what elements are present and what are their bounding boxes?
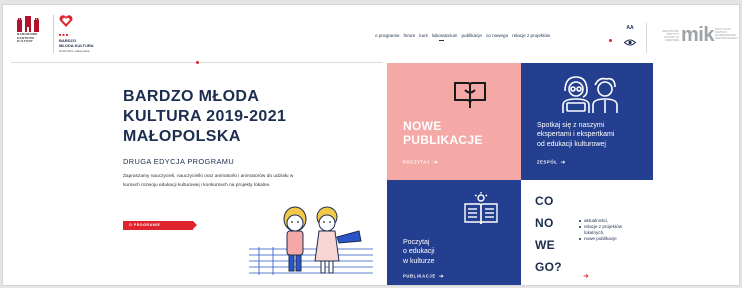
tile-edukacja[interactable]: Poczytaj o edukacji w kulturze PUBLIKACJ… bbox=[387, 180, 521, 285]
mik-logo-caption-right: INSTYTUCJA KULTURY WOJEWÓDZTWA MAŁOPOLSK… bbox=[715, 28, 738, 40]
nav-item-forum[interactable]: forum bbox=[404, 33, 416, 38]
co-nowego-list: aktualności, relacje z projektów lokalny… bbox=[579, 218, 639, 242]
list-item: nowe publikacje bbox=[579, 236, 639, 242]
tile-edukacja-text: Poczytaj o edukacji w kulturze bbox=[403, 239, 435, 265]
co-nowego-word-2: NO bbox=[535, 216, 554, 230]
hero-subtitle: DRUGA EDYCJA PROGRAMU bbox=[123, 157, 235, 166]
tile-co-nowego[interactable]: CO NO WE GO? aktualności, relacje z proj… bbox=[521, 180, 653, 285]
nav-item-laboratorium[interactable]: laboratorium bbox=[432, 33, 458, 38]
zespol-link[interactable]: ZESPÓŁ ➜ bbox=[537, 159, 566, 167]
nav-item-o-programie[interactable]: o programie bbox=[375, 33, 400, 38]
tile-nowe-publikacje[interactable]: NOWE PUBLIKACJE POCZYTAJ ➜ bbox=[387, 63, 521, 180]
nav-item-co-nowego[interactable]: co nowego bbox=[486, 33, 508, 38]
eye-icon bbox=[623, 39, 637, 46]
mik-logo-caption-left: MAŁOPOLSKI INSTYTUT KULTURY W KRAKOWIE bbox=[662, 30, 679, 42]
mck-logo-text: NARODOWE CENTRUM KULTURY bbox=[17, 32, 38, 44]
kids-illustration bbox=[249, 206, 373, 275]
o-programie-button[interactable]: O PROGRAMIE bbox=[123, 221, 197, 230]
hero-description: Zapraszamy nauczycieli, nauczycielki ora… bbox=[123, 174, 294, 188]
co-nowego-word-3: WE bbox=[535, 238, 555, 252]
bmk-logo[interactable]: ■■■ BARDZO MŁODA KULTURA 2019-2021 małop… bbox=[59, 14, 119, 53]
co-nowego-word-4: GO? bbox=[535, 260, 562, 274]
accent-dot bbox=[609, 39, 612, 42]
bmk-logo-text: BARDZO MŁODA KULTURA bbox=[59, 38, 94, 48]
mik-logo-wordmark: mik bbox=[681, 24, 714, 46]
mik-logo[interactable]: MAŁOPOLSKI INSTYTUT KULTURY W KRAKOWIE m… bbox=[655, 23, 737, 47]
tile-nowe-publikacje-title: NOWE PUBLIKACJE bbox=[403, 119, 483, 147]
button-pencil-tip bbox=[193, 221, 197, 229]
castle-logo-icon bbox=[17, 16, 39, 32]
bmk-logo-sub: 2019-2021 małopolska bbox=[59, 48, 90, 53]
people-icon bbox=[562, 76, 618, 113]
heart-logo-icon bbox=[59, 15, 73, 27]
header-divider bbox=[646, 23, 647, 53]
bmk-logo-dots: ■■■ bbox=[59, 32, 70, 37]
mck-logo[interactable]: NARODOWE CENTRUM KULTURY bbox=[17, 16, 47, 44]
nav-item-kurs[interactable]: kurs bbox=[419, 33, 428, 38]
publikacje-link[interactable]: PUBLIKACJE ➜ bbox=[403, 273, 445, 281]
font-size-toggle[interactable]: AA bbox=[619, 25, 641, 31]
site-header: NARODOWE CENTRUM KULTURY ■■■ BARDZO MŁOD… bbox=[3, 5, 739, 57]
nav-active-indicator bbox=[439, 40, 444, 41]
accessibility-controls: AA bbox=[619, 25, 641, 49]
main-nav: o programie forum kurs laboratorium publ… bbox=[375, 33, 550, 38]
nav-item-relacje[interactable]: relacje z projektów bbox=[512, 33, 550, 38]
arrow-right-icon: ➜ bbox=[432, 160, 439, 166]
arrow-right-icon: ➜ bbox=[438, 274, 445, 280]
poczytaj-link[interactable]: POCZYTAJ ➜ bbox=[403, 159, 439, 167]
logo-divider bbox=[53, 15, 54, 53]
open-book-icon bbox=[464, 192, 498, 225]
tile-eksperci[interactable]: Spotkaj się z naszymi ekspertami i ekspe… bbox=[521, 63, 653, 180]
contrast-toggle[interactable] bbox=[619, 33, 641, 51]
browser-page: NARODOWE CENTRUM KULTURY ■■■ BARDZO MŁOD… bbox=[2, 4, 740, 286]
o-programie-button-label: O PROGRAMIE bbox=[129, 223, 161, 227]
co-nowego-word-1: CO bbox=[535, 194, 554, 208]
list-item: relacje z projektów lokalnych, bbox=[579, 224, 639, 236]
nav-item-publikacje[interactable]: publikacje bbox=[462, 33, 482, 38]
hero-title: BARDZO MŁODA KULTURA 2019-2021 MAŁOPOLSK… bbox=[123, 88, 287, 145]
header-rule-dot bbox=[196, 61, 199, 64]
arrow-right-icon: ➜ bbox=[560, 160, 566, 166]
tile-eksperci-text: Spotkaj się z naszymi ekspertami i ekspe… bbox=[537, 122, 615, 148]
arrow-right-icon[interactable]: ➜ bbox=[583, 272, 589, 280]
book-icon bbox=[454, 82, 486, 108]
right-margin bbox=[653, 63, 739, 285]
